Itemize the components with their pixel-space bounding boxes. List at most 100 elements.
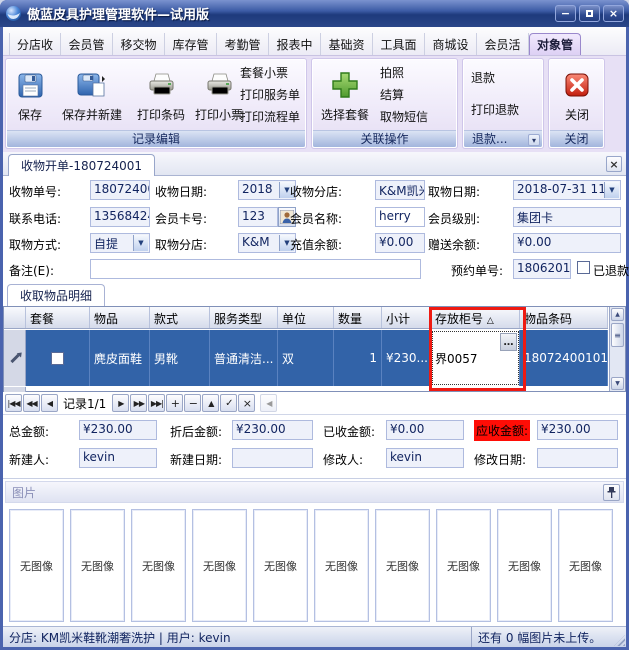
cell-qty[interactable]: 1: [334, 330, 382, 386]
cell-unit[interactable]: 双: [278, 330, 334, 386]
column-header-subtotal[interactable]: 小计: [382, 307, 431, 328]
print-barcode-button[interactable]: 打印条码: [132, 61, 190, 131]
column-header-cabinet-no[interactable]: 存放柜号 △: [431, 307, 520, 328]
receipt-no-field[interactable]: 180724001: [90, 180, 150, 200]
record-count-label: 记录1/1: [63, 395, 106, 412]
cell-service-type[interactable]: 普通清洁...: [210, 330, 278, 386]
menu-tab-basic-data[interactable]: 基础资: [321, 33, 373, 55]
nav-next-button[interactable]: ▶: [112, 394, 129, 412]
document-close-button[interactable]: ×: [606, 156, 622, 172]
pickup-sms-link[interactable]: 取物短信: [380, 110, 428, 124]
nav-first-button[interactable]: |◀◀: [5, 394, 22, 412]
menu-tab-member-mgmt[interactable]: 会员管: [61, 33, 113, 55]
image-placeholder[interactable]: 无图像: [314, 509, 369, 622]
nav-last-button[interactable]: ▶▶|: [148, 394, 165, 412]
menu-tab-object-mgmt-selected[interactable]: 对象管: [529, 33, 581, 55]
receivable-amount-label: 应收金额:: [474, 420, 530, 441]
menu-tab-member-activity[interactable]: 会员活: [477, 33, 529, 55]
print-refund-link[interactable]: 打印退款: [471, 103, 519, 117]
nav-next-page-button[interactable]: ▶▶: [130, 394, 147, 412]
member-card-field[interactable]: 123: [238, 207, 278, 227]
record-navigator: |◀◀ ◀◀ ◀ 记录1/1 ▶ ▶▶ ▶▶| + − ▲ ✓ × ◀: [3, 392, 626, 414]
column-header-item[interactable]: 物品: [90, 307, 150, 328]
menu-tab-tools[interactable]: 工具面: [373, 33, 425, 55]
chevron-down-icon[interactable]: ▼: [133, 235, 148, 251]
grid-row-selected[interactable]: 麂皮面鞋 男靴 普通清洁... 双 1 ¥230... 界0057… 18072…: [4, 330, 608, 386]
receive-date-field[interactable]: 2018▼: [238, 180, 296, 200]
image-placeholder[interactable]: 无图像: [70, 509, 125, 622]
image-placeholder[interactable]: 无图像: [375, 509, 430, 622]
column-header-package[interactable]: 套餐: [26, 307, 90, 328]
menu-tab-inventory[interactable]: 库存管: [165, 33, 217, 55]
image-placeholder[interactable]: 无图像: [9, 509, 64, 622]
cell-package[interactable]: [26, 330, 90, 386]
remark-input[interactable]: [90, 259, 421, 279]
recharge-balance-label: 充值余额:: [290, 236, 342, 253]
settle-link[interactable]: 结算: [380, 88, 404, 102]
refund-link[interactable]: 退款: [471, 71, 495, 85]
cell-style[interactable]: 男靴: [150, 330, 210, 386]
document-tab[interactable]: 收物开单-180724001: [8, 154, 155, 176]
scroll-up-icon[interactable]: ▲: [611, 308, 624, 321]
select-package-button[interactable]: 选择套餐: [314, 61, 376, 131]
nav-prev-page-button[interactable]: ◀◀: [23, 394, 40, 412]
cell-item[interactable]: 麂皮面鞋: [90, 330, 150, 386]
image-placeholder[interactable]: 无图像: [497, 509, 552, 622]
pickup-method-field[interactable]: 自提▼: [90, 233, 150, 253]
menu-tab-transfer[interactable]: 移交物: [113, 33, 165, 55]
close-form-button[interactable]: 关闭: [551, 61, 603, 131]
pickup-branch-field[interactable]: K&M▼: [238, 233, 296, 253]
pin-button[interactable]: [603, 484, 620, 501]
print-flow-sheet-link[interactable]: 打印流程单: [240, 110, 300, 124]
nav-insert-button[interactable]: +: [166, 394, 183, 412]
nav-edit-button[interactable]: ▲: [202, 394, 219, 412]
nav-prev-button[interactable]: ◀: [41, 394, 58, 412]
package-checkbox[interactable]: [51, 352, 64, 365]
pickup-date-field[interactable]: 2018-07-31 11:▼: [513, 180, 621, 200]
scroll-thumb[interactable]: ≡: [611, 323, 624, 347]
menu-tab-attendance[interactable]: 考勤管: [217, 33, 269, 55]
scroll-down-icon[interactable]: ▼: [611, 377, 624, 390]
column-header-qty[interactable]: 数量: [334, 307, 382, 328]
minimize-button[interactable]: −: [555, 5, 576, 22]
image-placeholder[interactable]: 无图像: [558, 509, 613, 622]
save-and-new-button[interactable]: 保存并新建: [52, 61, 132, 131]
image-placeholder[interactable]: 无图像: [192, 509, 247, 622]
image-placeholder[interactable]: 无图像: [253, 509, 308, 622]
pictures-panel: 图片 无图像 无图像 无图像 无图像 无图像 无图像 无图像 无图像 无图像 无…: [3, 478, 626, 626]
image-placeholder[interactable]: 无图像: [131, 509, 186, 622]
column-header-service-type[interactable]: 服务类型: [210, 307, 278, 328]
ellipsis-picker-button[interactable]: …: [500, 333, 517, 351]
receive-branch-field[interactable]: K&M凯米: [375, 180, 425, 200]
phone-field[interactable]: 13568424: [90, 207, 150, 227]
nav-cancel-button[interactable]: ×: [238, 394, 255, 412]
member-level-field[interactable]: 集团卡: [513, 207, 621, 227]
booking-no-field[interactable]: 1806201: [513, 259, 571, 279]
cell-subtotal[interactable]: ¥230...: [382, 330, 431, 386]
menu-tab-branch-receive[interactable]: 分店收: [9, 33, 61, 55]
menu-tab-reports[interactable]: 报表中: [269, 33, 321, 55]
nav-post-button[interactable]: ✓: [220, 394, 237, 412]
print-service-sheet-link[interactable]: 打印服务单: [240, 88, 300, 102]
resize-grip[interactable]: [614, 635, 625, 646]
column-header-barcode[interactable]: 物品条码: [520, 307, 608, 328]
chevron-down-icon[interactable]: ▼: [604, 182, 619, 198]
member-name-field[interactable]: herry: [375, 207, 425, 227]
save-button[interactable]: 保存: [8, 61, 52, 131]
cell-barcode[interactable]: 18072400101: [520, 330, 608, 386]
column-header-style[interactable]: 款式: [150, 307, 210, 328]
refund-launcher-icon[interactable]: ▾: [528, 134, 540, 146]
take-photo-link[interactable]: 拍照: [380, 66, 404, 80]
grid-vertical-scrollbar[interactable]: ▲ ≡ ▼: [609, 307, 625, 391]
nav-delete-button[interactable]: −: [184, 394, 201, 412]
detail-tab[interactable]: 收取物品明细: [7, 284, 105, 306]
cell-cabinet-no-editor[interactable]: 界0057…: [431, 330, 520, 386]
maximize-button[interactable]: [579, 5, 600, 22]
menu-tab-mall[interactable]: 商城设: [425, 33, 477, 55]
refunded-checkbox[interactable]: [577, 261, 590, 274]
package-receipt-link[interactable]: 套餐小票: [240, 66, 288, 80]
modify-date-label: 修改日期:: [474, 451, 526, 468]
image-placeholder[interactable]: 无图像: [436, 509, 491, 622]
close-button[interactable]: ×: [603, 5, 624, 22]
column-header-unit[interactable]: 单位: [278, 307, 334, 328]
